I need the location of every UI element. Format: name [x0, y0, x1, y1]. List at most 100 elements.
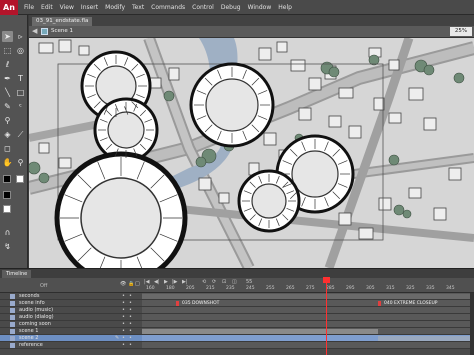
- layer-row-reference[interactable]: reference • •: [0, 342, 474, 349]
- line-tool-icon[interactable]: ╲: [2, 87, 13, 98]
- layer-icon: [10, 329, 15, 334]
- layer-icon: [10, 308, 15, 313]
- menu-help[interactable]: Help: [278, 4, 292, 11]
- lock-all-layers-icon[interactable]: 🔒: [128, 281, 134, 287]
- ruler-tick: 235: [226, 286, 235, 291]
- tools-panel: ➤ ▹ ⬚ ◎ ℓ ✒ T ╲ □ ✎ ᶜ ⚲ ◈ ⟋ ◻ ✋ ⚲ ∩ ↯: [0, 15, 28, 268]
- layer-row-audio-music[interactable]: audio (music) • •: [0, 307, 474, 314]
- ruler-tick: 215: [206, 286, 215, 291]
- timeline-panel: Timeline 👁 🔒 □ Off |◀ ◀| ▶ |▶ ▶| ⟲ ⟳ ⊡ ◫…: [0, 268, 474, 355]
- layer-icon: [10, 315, 15, 320]
- onion-skin-icon[interactable]: ⊡: [222, 279, 226, 285]
- frame-label-flag-icon: [176, 301, 179, 306]
- frame-label-downshot: 035 DOWNSHOT: [182, 301, 220, 306]
- eyedropper-icon[interactable]: ⟋: [15, 129, 26, 140]
- ruler-tick: 275: [306, 286, 315, 291]
- rectangle-tool-icon[interactable]: □: [15, 87, 26, 98]
- onion-outline-icon[interactable]: ◫: [232, 279, 237, 285]
- play-icon[interactable]: ▶: [164, 279, 168, 285]
- loop-icon[interactable]: ⟲: [202, 279, 206, 285]
- show-all-layers-icon[interactable]: 👁: [120, 281, 126, 287]
- stroke-color-swatch-2[interactable]: [3, 191, 11, 199]
- layer-name: reference: [19, 342, 43, 348]
- text-tool-icon[interactable]: T: [15, 73, 26, 84]
- layer-row-audio-dialog[interactable]: audio (dialog) • •: [0, 314, 474, 321]
- timeline-header: 👁 🔒 □ Off |◀ ◀| ▶ |▶ ▶| ⟲ ⟳ ⊡ ◫ 55 160 1…: [0, 278, 474, 293]
- menu-modify[interactable]: Modify: [105, 4, 125, 11]
- layer-name: audio (music): [19, 307, 54, 313]
- paint-bucket-icon[interactable]: ◈: [2, 129, 13, 140]
- snap-magnet-icon[interactable]: ∩: [2, 227, 13, 238]
- menu-insert[interactable]: Insert: [81, 4, 98, 11]
- free-transform-icon[interactable]: ⬚: [2, 45, 13, 56]
- ruler-tick: 180: [166, 286, 175, 291]
- timeline-tab-bar: Timeline: [0, 269, 474, 278]
- menu-text[interactable]: Text: [132, 4, 144, 11]
- layer-name: scene info: [19, 300, 45, 306]
- menu-bar: An File Edit View Insert Modify Text Com…: [0, 0, 474, 15]
- ruler-tick: 245: [246, 286, 255, 291]
- ruler-tick: 305: [366, 286, 375, 291]
- current-frame-field[interactable]: 55: [246, 279, 252, 285]
- playhead[interactable]: [326, 277, 327, 355]
- layer-name: scene 2: [19, 335, 39, 341]
- zoom-tool-icon[interactable]: ⚲: [15, 157, 26, 168]
- stroke-color-swatch[interactable]: [3, 175, 11, 183]
- fill-color-swatch-2[interactable]: [3, 205, 11, 213]
- layer-frames[interactable]: [142, 328, 474, 335]
- fill-color-swatch[interactable]: [16, 175, 24, 183]
- smooth-option-icon[interactable]: ↯: [2, 241, 13, 252]
- menu-edit[interactable]: Edit: [41, 4, 53, 11]
- back-arrow-icon[interactable]: ◀: [32, 27, 37, 35]
- pen-icon[interactable]: ✒: [2, 73, 13, 84]
- timeline-scrollbar[interactable]: [470, 293, 474, 355]
- layer-row-coming-soon[interactable]: coming soon • •: [0, 321, 474, 328]
- layer-frames[interactable]: [142, 307, 474, 314]
- layer-icon: [10, 301, 15, 306]
- timeline-ruler[interactable]: |◀ ◀| ▶ |▶ ▶| ⟲ ⟳ ⊡ ◫ 55 160 180 205 215…: [142, 278, 474, 293]
- timeline-tab[interactable]: Timeline: [2, 270, 32, 278]
- layer-name: audio (dialog): [19, 314, 54, 320]
- frame-label-flag-icon: [378, 301, 381, 306]
- step-back-icon[interactable]: ◀|: [154, 279, 160, 285]
- layer-frames[interactable]: [142, 314, 474, 321]
- layer-frames[interactable]: [142, 293, 474, 300]
- go-to-first-frame-icon[interactable]: |◀: [144, 279, 150, 285]
- selection-tool-icon[interactable]: ➤: [2, 31, 13, 42]
- center-frame-icon[interactable]: ⟳: [212, 279, 216, 285]
- pencil-icon[interactable]: ✎: [2, 101, 13, 112]
- hand-tool-icon[interactable]: ✋: [2, 157, 13, 168]
- step-forward-icon[interactable]: |▶: [172, 279, 178, 285]
- menu-window[interactable]: Window: [248, 4, 272, 11]
- layer-row-scene-info[interactable]: scene info • • 035 DOWNSHOT 040 EXTREME CL…: [0, 300, 474, 307]
- menu-debug[interactable]: Debug: [221, 4, 241, 11]
- layer-row-scene-1[interactable]: scene 1 • •: [0, 328, 474, 335]
- subselection-tool-icon[interactable]: ▹: [15, 31, 26, 42]
- stage-canvas[interactable]: [29, 38, 474, 268]
- layer-icon: [10, 336, 15, 341]
- ruler-tick: 265: [286, 286, 295, 291]
- layer-row-seconds[interactable]: seconds • •: [0, 293, 474, 300]
- layer-frames[interactable]: [142, 335, 474, 342]
- layer-frames[interactable]: [142, 321, 474, 328]
- menu-view[interactable]: View: [60, 4, 74, 11]
- document-tab[interactable]: 03_91_endstate.fla: [32, 17, 93, 26]
- eraser-icon[interactable]: ◻: [2, 143, 13, 154]
- layer-icon: [10, 294, 15, 299]
- brush-icon[interactable]: ᶜ: [15, 101, 26, 112]
- layer-frames[interactable]: [142, 342, 474, 349]
- menu-commands[interactable]: Commands: [151, 4, 185, 11]
- frame-label-extreme-closeup: 040 EXTREME CLOSEUP: [384, 301, 438, 306]
- scene-icon: [41, 28, 48, 35]
- 3d-rotation-icon[interactable]: ◎: [15, 45, 26, 56]
- layer-frames[interactable]: 035 DOWNSHOT 040 EXTREME CLOSEUP: [142, 300, 474, 307]
- outline-all-layers-icon[interactable]: □: [135, 281, 140, 287]
- layer-row-scene-2[interactable]: scene 2 ✎ • •: [0, 335, 474, 342]
- menu-file[interactable]: File: [24, 4, 34, 11]
- lasso-icon[interactable]: ℓ: [2, 59, 13, 70]
- menu-control[interactable]: Control: [192, 4, 214, 11]
- zoom-field[interactable]: 25%: [450, 27, 472, 36]
- bone-tool-icon[interactable]: ⚲: [2, 115, 13, 126]
- edit-bar: ◀ Scene 1 25%: [29, 26, 474, 38]
- go-to-last-frame-icon[interactable]: ▶|: [182, 279, 188, 285]
